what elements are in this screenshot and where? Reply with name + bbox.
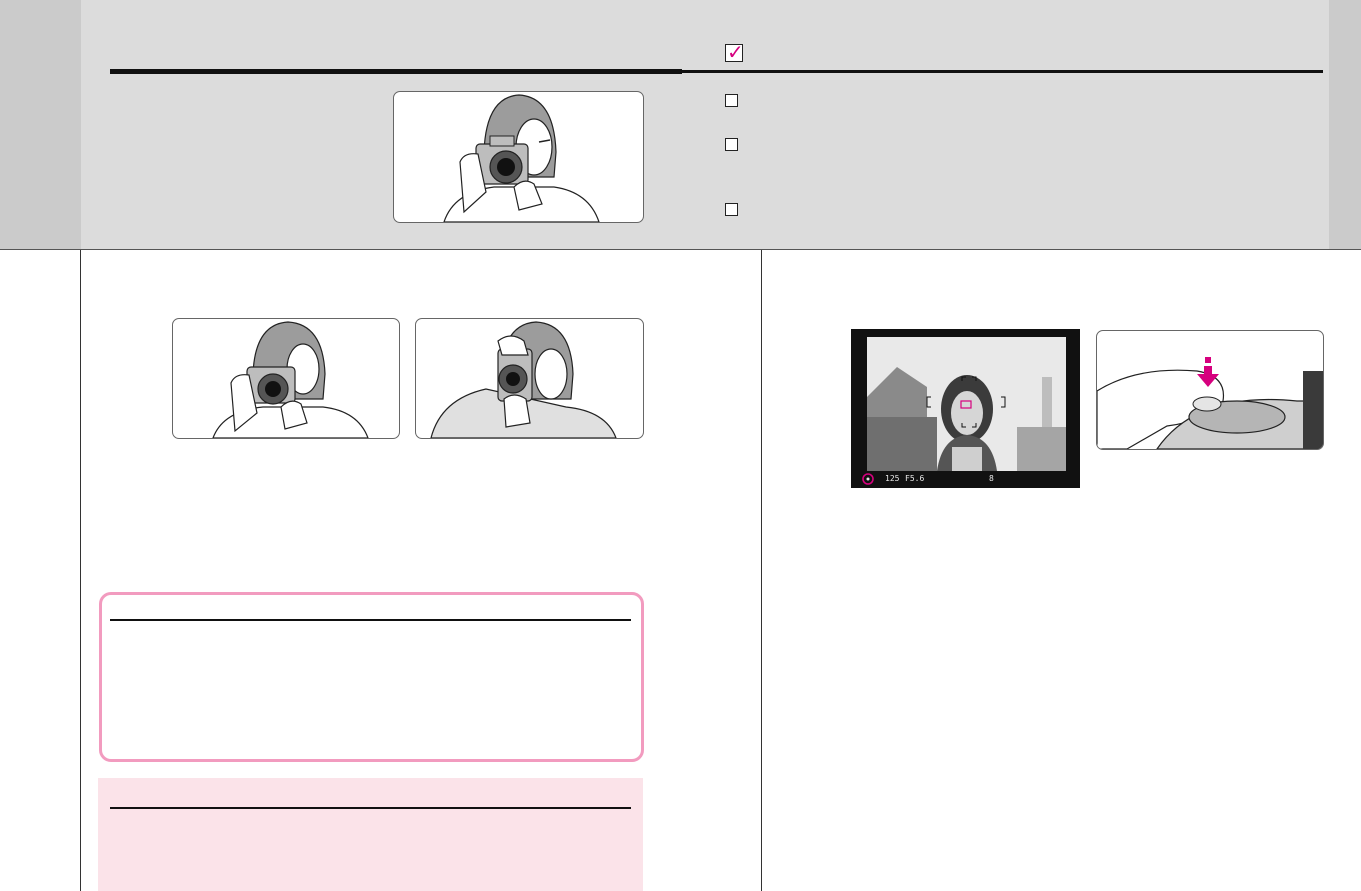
camera-holding-illustration <box>393 91 644 223</box>
title-rule <box>110 69 682 74</box>
aperture-readout: F5.6 <box>905 474 925 483</box>
center-column-line <box>761 250 762 891</box>
horizontal-grip-illustration <box>172 318 400 439</box>
checkbox-icon[interactable] <box>725 203 738 216</box>
vertical-grip-illustration <box>415 318 644 439</box>
caution-rule <box>110 807 631 809</box>
note-rule <box>110 619 631 621</box>
shutter-release-illustration <box>1096 330 1324 450</box>
checkmark-icon: ✓ <box>727 40 744 64</box>
viewfinder-screen <box>867 337 1066 471</box>
left-column-line <box>80 250 81 891</box>
top-band <box>0 0 1361 249</box>
right-margin-strip <box>1329 0 1361 249</box>
viewfinder-photo: 125 F5.6 8 <box>851 329 1080 488</box>
checkbox-icon[interactable] <box>725 94 738 107</box>
checked-checkbox[interactable]: ✓ <box>725 40 744 64</box>
section-divider <box>0 249 1361 250</box>
frame-count-readout: 8 <box>989 474 994 483</box>
note-box <box>99 592 644 762</box>
checkbox-icon[interactable] <box>725 138 738 151</box>
caution-box <box>98 778 643 891</box>
left-margin-strip <box>0 0 81 249</box>
checklist-rule <box>682 70 1323 73</box>
viewfinder-readout: 125 F5.6 8 <box>861 471 1071 487</box>
shutter-speed-readout: 125 <box>885 474 900 483</box>
